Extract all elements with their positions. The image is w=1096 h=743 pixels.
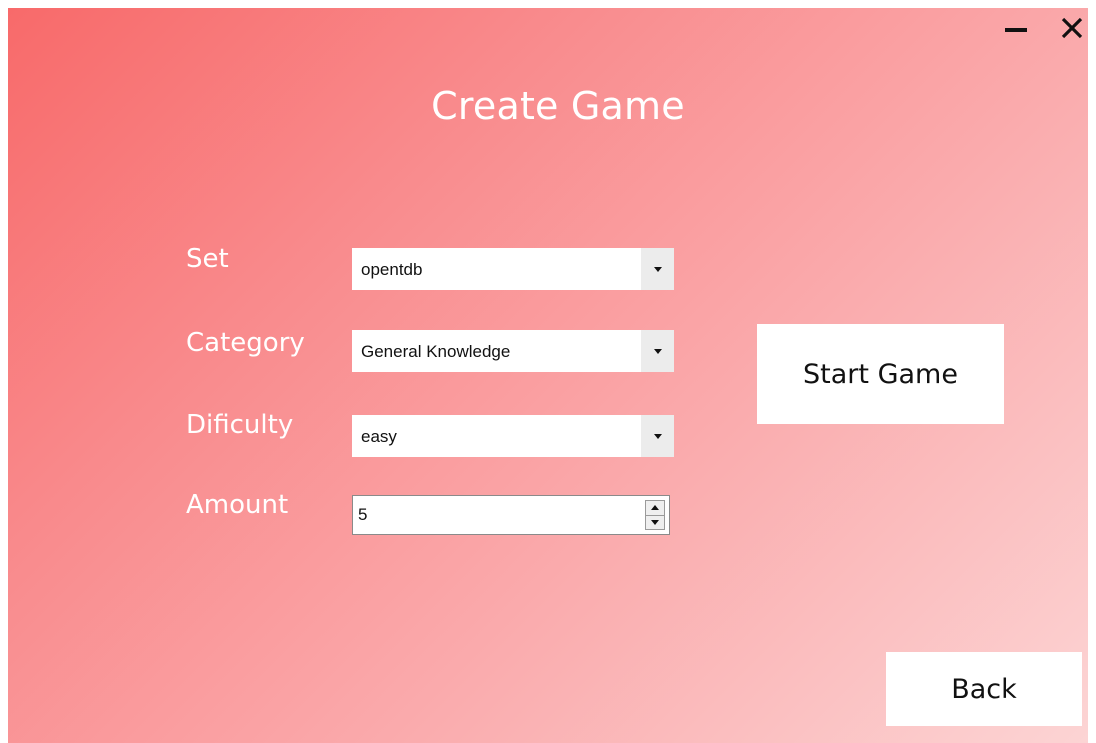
- category-label: Category: [186, 328, 305, 358]
- amount-label: Amount: [186, 490, 289, 520]
- create-game-window: Create Game Set opentdb Category General…: [8, 8, 1088, 743]
- difficulty-dropdown-arrow[interactable]: [641, 415, 674, 457]
- minimize-button[interactable]: [998, 10, 1034, 46]
- set-label: Set: [186, 244, 229, 274]
- category-dropdown-arrow[interactable]: [641, 330, 674, 372]
- amount-stepper[interactable]: [352, 495, 670, 535]
- difficulty-dropdown[interactable]: easy: [352, 415, 674, 457]
- close-button[interactable]: [1054, 10, 1088, 46]
- arrow-down-icon: [651, 519, 659, 525]
- amount-input[interactable]: [353, 496, 638, 534]
- set-dropdown[interactable]: opentdb: [352, 248, 674, 290]
- amount-spin-buttons: [645, 500, 665, 530]
- set-value: opentdb: [361, 260, 423, 279]
- chevron-down-icon: [653, 348, 662, 354]
- close-icon: [1061, 17, 1083, 39]
- category-value: General Knowledge: [361, 342, 511, 361]
- start-game-button[interactable]: Start Game: [757, 324, 1004, 424]
- category-dropdown[interactable]: General Knowledge: [352, 330, 674, 372]
- amount-increment-button[interactable]: [645, 500, 665, 516]
- back-button[interactable]: Back: [886, 652, 1082, 726]
- page-title: Create Game: [431, 84, 685, 128]
- minimize-icon: [1005, 28, 1027, 32]
- chevron-down-icon: [653, 433, 662, 439]
- difficulty-label: Dificulty: [186, 410, 294, 440]
- amount-decrement-button[interactable]: [645, 515, 665, 530]
- chevron-down-icon: [653, 266, 662, 272]
- difficulty-value: easy: [361, 427, 397, 446]
- set-dropdown-arrow[interactable]: [641, 248, 674, 290]
- arrow-up-icon: [651, 505, 659, 511]
